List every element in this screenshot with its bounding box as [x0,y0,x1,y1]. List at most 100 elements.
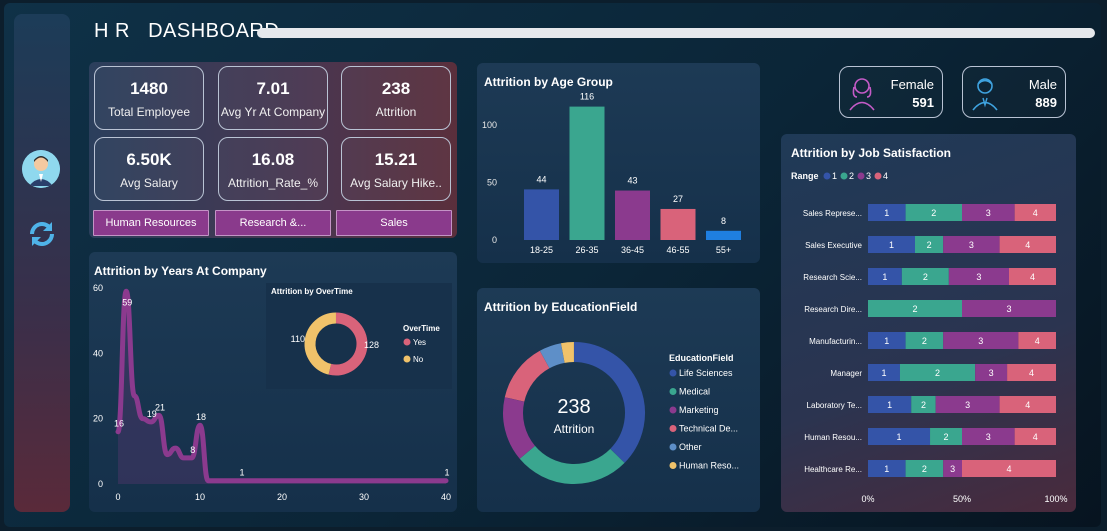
segment-label: 3 [965,400,970,410]
segment-label: 2 [944,432,949,442]
slice-Marketing [503,397,536,459]
legend-label: No [413,355,424,364]
bar-36-45 [615,190,650,240]
segment-label: 1 [884,208,889,218]
segment-label: 3 [969,240,974,250]
segment-label: 2 [921,400,926,410]
title-underline [257,28,1095,38]
age-group-chart: 100 50 0 44 18-25 116 26-35 43 36-45 27 46-55 8 55+ [482,92,741,255]
sidebar [14,14,70,512]
legend-swatch [669,443,677,451]
segment-label: 3 [950,464,955,474]
female-icon [849,78,875,111]
x-tick-label: 20 [277,492,287,502]
years-chart-title: Attrition by Years At Company [94,264,267,278]
y-tick-label: 40 [93,348,103,358]
segment-label: 1 [881,368,886,378]
segment-label: 4 [1035,336,1040,346]
segment-label: 3 [976,272,981,282]
kpi-value: 16.08 [251,150,295,169]
center-label: Attrition [554,422,595,436]
kpi-label: Attrition [375,105,417,119]
user-avatar-icon[interactable] [22,150,60,188]
slicer-research[interactable]: Research &... [215,210,331,236]
data-label: 59 [122,297,132,307]
refresh-icon[interactable] [26,218,58,250]
category-label: Healthcare Re... [804,465,862,474]
legend-label: Medical [679,387,710,397]
legend-swatch [403,338,411,346]
segment-label: 2 [927,240,932,250]
y-tick-label: 20 [93,414,103,424]
bar-55+ [706,230,741,240]
kpi-label: Attrition_Rate_% [227,176,319,190]
female-card[interactable]: Female 591 [839,66,943,118]
category-label: Sales Represe... [803,209,862,218]
legend-label: Life Sciences [679,368,733,378]
kpi-attrition-rate: 16.08 Attrition_Rate_% [218,137,328,201]
segment-label: 2 [922,336,927,346]
segment-label: 4 [1025,240,1030,250]
legend-swatch [669,462,677,469]
y-tick-label: 100 [482,120,497,130]
legend-swatch [403,355,411,363]
kpi-salary-hike: 15.21 Avg Salary Hike.. [341,137,451,201]
kpi-label: Avg Salary Hike.. [350,176,442,190]
segment-label: 4 [1025,400,1030,410]
job-satisfaction-chart: Range 1 2 3 4 Sales Represe... 1 2 3 4 Sales Execu… [791,171,1068,504]
education-field-chart: 238 Attrition EducationField Life Sciences M… [503,342,739,484]
data-label: 116 [580,92,594,102]
data-label: 27 [673,194,683,204]
category-label: Sales Executive [805,241,862,250]
kpi-value: 1480 [130,79,168,98]
legend-label: 2 [849,171,854,181]
data-label: 44 [536,174,546,184]
segment-label: 2 [923,272,928,282]
data-label: 18 [196,412,206,422]
male-value: 889 [1035,95,1057,110]
education-chart-title: Attrition by EducationField [484,300,638,314]
slicer-human-resources[interactable]: Human Resources [93,210,209,236]
overtime-chart: 128 110 OverTime Yes No [291,312,440,376]
slice-No [304,312,337,375]
kpi-avg-years: 7.01 Avg Yr At Company [218,66,328,130]
x-tick-label: 50% [953,494,971,504]
kpi-value: 6.50K [126,150,172,169]
x-tick-label: 100% [1044,494,1067,504]
male-icon [972,78,998,111]
x-tick-label: 46-55 [666,245,689,255]
legend-label: Yes [413,338,426,347]
satisfaction-chart-title: Attrition by Job Satisfaction [791,146,952,160]
legend-swatch [874,172,882,180]
legend-label: 1 [832,171,837,181]
segment-label: 1 [884,336,889,346]
legend-label: 4 [883,171,888,181]
legend-swatch [669,369,677,377]
legend-label: Marketing [679,405,719,415]
segment-label: 3 [989,368,994,378]
bar-18-25 [524,189,559,240]
x-tick-label: 36-45 [621,245,644,255]
slicer-sales[interactable]: Sales [336,210,452,236]
segment-label: 4 [1029,368,1034,378]
segment-label: 2 [931,208,936,218]
legend-swatch [669,406,677,414]
legend-label: Technical De... [679,424,738,434]
kpi-value: 15.21 [374,150,418,169]
y-tick-label: 60 [93,283,103,293]
slice-Technical De... [504,350,550,403]
data-label: 1 [239,468,244,478]
data-label: 110 [291,334,305,344]
female-value: 591 [912,95,934,110]
x-tick-label: 10 [195,492,205,502]
male-card[interactable]: Male 889 [962,66,1066,118]
kpi-label: Avg Salary [120,176,178,190]
category-label: Manufacturin... [809,337,862,346]
y-tick-label: 0 [98,479,103,489]
segment-label: 1 [887,400,892,410]
data-label: 128 [364,340,379,350]
segment-label: 3 [1006,304,1011,314]
kpi-label: Total Employee [107,105,191,119]
segment-label: 2 [922,464,927,474]
segment-label: 4 [1030,272,1035,282]
